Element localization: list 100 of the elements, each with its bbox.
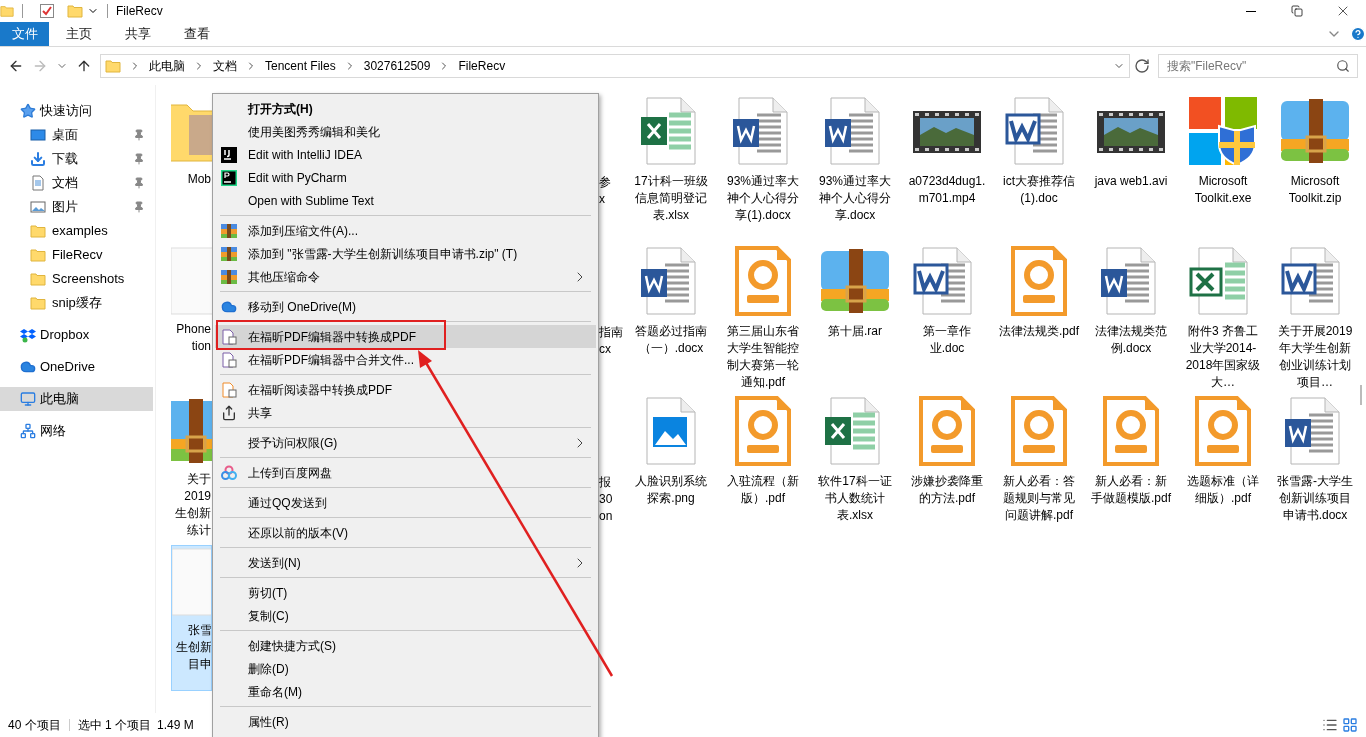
file-name[interactable]: 张雪露-大学生创新训练项目申请书.docx — [1275, 473, 1355, 524]
file-name[interactable]: 第一章作业.doc — [907, 323, 987, 357]
ribbon-tab[interactable]: 文件 — [0, 22, 49, 46]
menu-item[interactable]: 创建快捷方式(S) — [215, 634, 596, 657]
cloud-logo-icon — [221, 464, 237, 481]
file-name[interactable]: 法律法规类.pdf — [999, 323, 1079, 340]
folder-icon — [30, 295, 46, 311]
ribbon-tab[interactable]: 共享 — [108, 22, 167, 46]
status-item-count: 40 个项目 — [8, 717, 61, 734]
address-field[interactable]: 此电脑 文档 Tencent Files 3027612509 FileRecv — [100, 54, 1130, 78]
sidebar-item[interactable]: 文档 — [0, 171, 153, 195]
document-icon — [221, 351, 237, 368]
file-name: 报 — [599, 474, 611, 491]
file-name[interactable]: Microsoft Toolkit.exe — [1183, 173, 1263, 207]
file-name: cx — [599, 341, 611, 358]
help-icon[interactable] — [1350, 26, 1366, 42]
breadcrumb-item[interactable]: 3027612509 — [363, 57, 431, 75]
back-icon[interactable] — [8, 58, 24, 74]
file-name[interactable]: 答题必过指南（一）.docx — [631, 323, 711, 357]
menu-item[interactable]: 在福昕阅读器中转换成PDF — [215, 378, 596, 401]
refresh-icon[interactable] — [1134, 58, 1150, 74]
file-name[interactable]: 93%通过率大神个人心得分享.docx — [815, 173, 895, 224]
menu-item[interactable]: 共享 — [215, 401, 596, 424]
properties-icon[interactable] — [39, 3, 55, 19]
document-icon — [221, 381, 237, 398]
file-name[interactable]: java web1.avi — [1091, 173, 1171, 190]
file-name[interactable]: 附件3 齐鲁工业大学2014-2018年国家级大… — [1183, 323, 1263, 391]
sidebar-item[interactable]: Screenshots — [0, 267, 153, 291]
file-name[interactable]: 入驻流程（新版）.pdf — [723, 473, 803, 507]
sidebar-item[interactable]: 快速访问 — [0, 99, 153, 123]
up-icon[interactable] — [76, 58, 92, 74]
search-icon[interactable] — [1336, 59, 1350, 73]
sidebar-item[interactable]: snip缓存 — [0, 291, 153, 315]
file-name: on — [599, 508, 613, 525]
menu-item[interactable]: 上传到百度网盘 — [215, 461, 596, 484]
menu-item[interactable]: 发送到(N) — [215, 551, 596, 574]
menu-item[interactable]: 授予访问权限(G) — [215, 431, 596, 454]
folder-icon — [105, 58, 121, 74]
details-view-icon[interactable] — [1322, 717, 1338, 733]
status-selection: 选中 1 个项目 — [77, 717, 152, 734]
file-name[interactable]: 法律法规类范例.docx — [1091, 323, 1171, 357]
folder-icon — [67, 3, 83, 19]
sidebar-item[interactable]: 下载 — [0, 147, 153, 171]
ribbon-tab[interactable]: 查看 — [167, 22, 226, 46]
sidebar-item[interactable]: 图片 — [0, 195, 153, 219]
menu-item[interactable]: 删除(D) — [215, 657, 596, 680]
folder-icon — [0, 3, 14, 19]
file-name[interactable]: Microsoft Toolkit.zip — [1275, 173, 1355, 207]
file-name[interactable]: 新人必看：答题规则与常见问题讲解.pdf — [999, 473, 1079, 524]
sidebar-item[interactable]: 此电脑 — [0, 387, 153, 411]
file-name: 张雪 — [188, 622, 211, 639]
menu-item[interactable]: 其他压缩命令 — [215, 265, 596, 288]
menu-item[interactable]: 使用美图秀秀编辑和美化 — [215, 120, 596, 143]
file-name[interactable]: ict大赛推荐信 (1).doc — [999, 173, 1079, 207]
breadcrumb-item[interactable]: FileRecv — [458, 57, 506, 75]
file-name[interactable]: 93%通过率大神个人心得分享(1).docx — [723, 173, 803, 224]
file-name[interactable]: 关于开展2019年大学生创新创业训练计划项目… — [1275, 323, 1355, 391]
menu-item[interactable]: 属性(R) — [215, 710, 596, 733]
menu-item[interactable]: 在福昕PDF编辑器中合并文件... — [215, 348, 596, 371]
large-icons-view-icon[interactable] — [1342, 717, 1358, 733]
file-name[interactable]: 人脸识别系统探索.png — [631, 473, 711, 507]
menu-item[interactable]: 剪切(T) — [215, 581, 596, 604]
file-name[interactable]: 软件17科一证书人数统计表.xlsx — [815, 473, 895, 524]
menu-item[interactable]: 添加到压缩文件(A)... — [215, 219, 596, 242]
menu-item[interactable]: 移动到 OneDrive(M) — [215, 295, 596, 318]
menu-item[interactable]: 通过QQ发送到 — [215, 491, 596, 514]
menu-item[interactable]: 还原以前的版本(V) — [215, 521, 596, 544]
menu-item[interactable]: 复制(C) — [215, 604, 596, 627]
menu-item[interactable]: 在福昕PDF编辑器中转换成PDF — [215, 325, 596, 348]
sidebar-item[interactable]: 网络 — [0, 419, 153, 443]
document-icon — [30, 175, 46, 191]
pin-icon — [133, 177, 145, 189]
file-name[interactable]: 选题标准（详细版）.pdf — [1183, 473, 1263, 507]
sidebar-item[interactable]: 桌面 — [0, 123, 153, 147]
menu-item[interactable]: 添加到 "张雪露-大学生创新训练项目申请书.zip" (T) — [215, 242, 596, 265]
file-name[interactable]: 第三届山东省大学生智能控制大赛第一轮通知.pdf — [723, 323, 803, 391]
folder-icon — [30, 247, 46, 263]
ribbon-tab[interactable]: 主页 — [49, 22, 108, 46]
breadcrumb-item[interactable]: Tencent Files — [265, 57, 336, 75]
menu-item[interactable]: Edit with PyCharm — [215, 166, 596, 189]
window-title: FileRecv — [116, 3, 163, 20]
file-name[interactable]: 新人必看：新手做题模版.pdf — [1091, 473, 1171, 507]
file-tile[interactable]: Phone tion — [171, 245, 212, 391]
file-name[interactable]: 第十届.rar — [815, 323, 895, 340]
file-tile[interactable]: 张雪 生创新 目申 — [171, 545, 212, 691]
menu-item[interactable]: Open with Sublime Text — [215, 189, 596, 212]
file-name[interactable]: a0723d4dug1.m701.mp4 — [907, 173, 987, 207]
search-field[interactable]: 搜索"FileRecv" — [1158, 54, 1358, 78]
sidebar-item[interactable]: examples — [0, 219, 153, 243]
menu-item[interactable]: Edit with IntelliJ IDEA — [215, 143, 596, 166]
menu-item[interactable]: 打开方式(H) — [215, 97, 596, 120]
sidebar-item[interactable]: OneDrive — [0, 355, 153, 379]
breadcrumb-item[interactable]: 文档 — [213, 57, 237, 75]
sidebar-item[interactable]: FileRecv — [0, 243, 153, 267]
file-name[interactable]: 17计科一班级信息简明登记表.xlsx — [631, 173, 711, 224]
file-name[interactable]: 涉嫌抄袭降重的方法.pdf — [907, 473, 987, 507]
sidebar-item[interactable]: Dropbox — [0, 323, 153, 347]
app-logo-icon — [221, 146, 237, 163]
menu-item[interactable]: 重命名(M) — [215, 680, 596, 703]
breadcrumb-item[interactable]: 此电脑 — [149, 57, 185, 75]
